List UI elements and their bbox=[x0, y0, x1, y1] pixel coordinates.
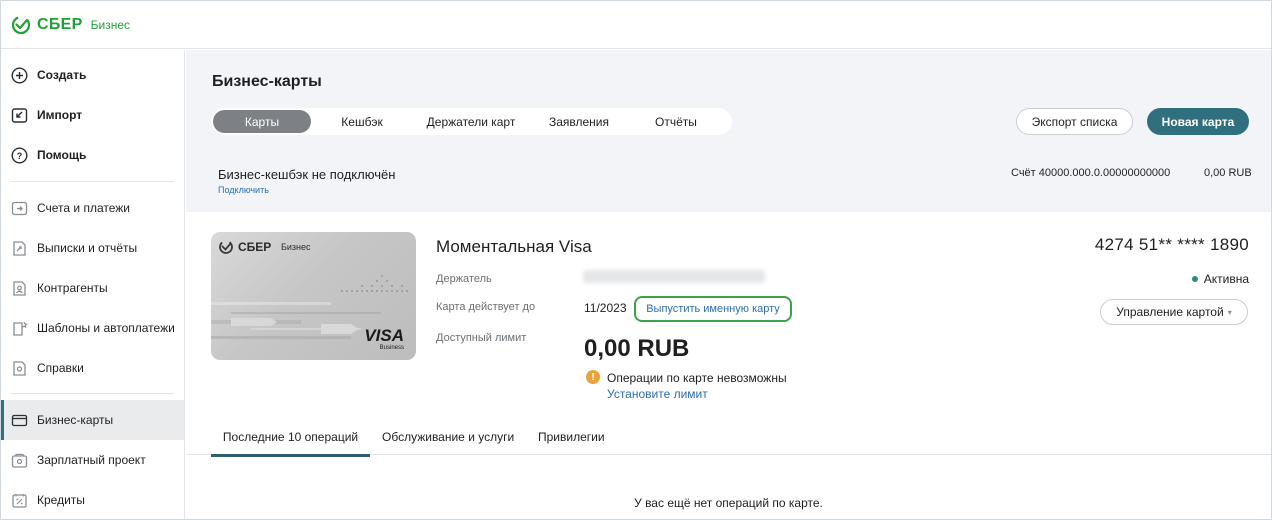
sidebar-item-label: Контрагенты bbox=[37, 281, 108, 295]
salary-icon bbox=[11, 452, 28, 469]
page-title: Бизнес-карты bbox=[212, 73, 322, 90]
statements-icon bbox=[11, 240, 28, 257]
connect-cashback-link[interactable]: Подключить bbox=[218, 185, 269, 195]
svg-text:?: ? bbox=[17, 151, 23, 161]
card-status-label: Активна bbox=[1203, 272, 1249, 286]
top-bar: СБЕР Бизнес bbox=[1, 1, 1271, 49]
sidebar-item-label: Шаблоны и автоплатежи bbox=[37, 321, 175, 335]
empty-operations-message: У вас ещё нет операций по карте. bbox=[634, 496, 823, 510]
chevron-down-icon: ▾ bbox=[1227, 307, 1232, 317]
tab-card-holders[interactable]: Держатели карт bbox=[417, 110, 525, 133]
sidebar-item-statements[interactable]: Выписки и отчёты bbox=[1, 228, 184, 268]
visa-business-label: Business bbox=[379, 345, 404, 351]
brand-name: СБЕР bbox=[37, 15, 83, 33]
holder-label: Держатель bbox=[436, 273, 492, 285]
tab-cashback[interactable]: Кешбэк bbox=[327, 110, 397, 133]
sidebar-item-import[interactable]: Импорт bbox=[1, 95, 184, 135]
valid-until-label: Карта действует до bbox=[436, 301, 536, 313]
subtab-privileges[interactable]: Привилегии bbox=[538, 430, 605, 455]
manage-card-label: Управление картой bbox=[1116, 305, 1224, 319]
sidebar-item-label: Бизнес-карты bbox=[37, 413, 114, 427]
card-title: Моментальная Visa bbox=[436, 237, 592, 256]
expiry-date: 11/2023 bbox=[584, 301, 627, 315]
holder-name-redacted bbox=[583, 270, 765, 283]
visa-logo: VISA bbox=[364, 326, 404, 345]
card-image[interactable]: СБЕР Бизнес VISA Business bbox=[211, 232, 416, 360]
tab-cards[interactable]: Карты bbox=[213, 110, 311, 133]
operations-warning: Операции по карте невозможны bbox=[607, 371, 787, 385]
export-list-button[interactable]: Экспорт списка bbox=[1016, 108, 1133, 135]
card-status: Активна bbox=[1191, 272, 1249, 286]
help-circle-icon: ? bbox=[11, 146, 28, 164]
account-number: Счёт 40000.000.0.00000000000 bbox=[1011, 167, 1171, 179]
app-window: СБЕР Бизнес Создать Импорт ? Помощь Счет… bbox=[0, 0, 1272, 520]
sidebar-item-label: Импорт bbox=[37, 108, 83, 122]
plus-circle-icon bbox=[11, 66, 28, 84]
sidebar-divider bbox=[11, 393, 174, 394]
account-balance: 0,00 RUB bbox=[1204, 167, 1252, 179]
sidebar-divider bbox=[11, 181, 174, 182]
available-limit-label: Доступный лимит bbox=[436, 332, 527, 344]
card-subtabs: Последние 10 операций Обслуживание и усл… bbox=[186, 430, 1271, 457]
card-icon bbox=[11, 412, 28, 429]
sidebar-item-label: Справки bbox=[37, 361, 84, 375]
import-icon bbox=[11, 107, 28, 124]
issue-named-card-button[interactable]: Выпустить именную карту bbox=[634, 296, 792, 322]
available-limit-value: 0,00 RUB bbox=[584, 335, 690, 362]
tab-reports[interactable]: Отчёты bbox=[641, 110, 711, 133]
accounts-icon bbox=[11, 200, 28, 217]
cashback-status: Бизнес-кешбэк не подключён bbox=[218, 167, 396, 182]
credit-icon bbox=[11, 492, 28, 509]
new-card-button[interactable]: Новая карта bbox=[1147, 108, 1249, 135]
sidebar-item-accounts[interactable]: Счета и платежи bbox=[1, 188, 184, 228]
subtab-last-operations[interactable]: Последние 10 операций bbox=[211, 430, 370, 457]
sidebar-item-credits[interactable]: Кредиты bbox=[1, 480, 184, 519]
card-number: 4274 51** **** 1890 bbox=[1094, 235, 1249, 254]
sidebar-item-create[interactable]: Создать bbox=[1, 55, 184, 95]
card-brand-text: СБЕР bbox=[238, 240, 272, 254]
section-tabs: Карты Кешбэк Держатели карт Заявления От… bbox=[211, 108, 732, 135]
sidebar-item-label: Выписки и отчёты bbox=[37, 241, 138, 255]
main-content: Бизнес-карты Карты Кешбэк Держатели карт… bbox=[186, 50, 1271, 519]
sidebar-item-label: Помощь bbox=[37, 148, 87, 162]
contractors-icon bbox=[11, 280, 28, 297]
certificates-icon bbox=[11, 360, 28, 377]
sidebar-item-certificates[interactable]: Справки bbox=[1, 348, 184, 388]
sidebar-item-label: Создать bbox=[37, 68, 87, 82]
set-limit-link[interactable]: Установите лимит bbox=[607, 387, 708, 401]
sidebar-item-help[interactable]: ? Помощь bbox=[1, 135, 184, 175]
templates-icon bbox=[11, 320, 28, 337]
sidebar-item-salary[interactable]: Зарплатный проект bbox=[1, 440, 184, 480]
status-dot-icon bbox=[1191, 276, 1198, 282]
sber-logo-icon bbox=[11, 15, 31, 34]
card-brand-sub: Бизнес bbox=[281, 242, 311, 252]
sidebar-item-contractors[interactable]: Контрагенты bbox=[1, 268, 184, 308]
tab-applications[interactable]: Заявления bbox=[541, 110, 617, 133]
sidebar-item-label: Счета и платежи bbox=[37, 201, 131, 215]
warning-icon: ! bbox=[586, 370, 600, 384]
manage-card-button[interactable]: Управление картой ▾ bbox=[1100, 299, 1248, 325]
sidebar-item-business-cards[interactable]: Бизнес-карты bbox=[1, 400, 184, 440]
card-panel: СБЕР Бизнес VISA Business Моментальная V… bbox=[186, 212, 1271, 519]
sidebar-item-label: Зарплатный проект bbox=[37, 453, 146, 467]
brand-sub: Бизнес bbox=[90, 17, 130, 32]
subtab-services[interactable]: Обслуживание и услуги bbox=[382, 430, 514, 455]
sidebar-item-templates[interactable]: Шаблоны и автоплатежи bbox=[1, 308, 184, 348]
sber-business-logo[interactable]: СБЕР Бизнес bbox=[11, 15, 130, 35]
sidebar-item-label: Кредиты bbox=[37, 493, 85, 507]
sidebar: Создать Импорт ? Помощь Счета и платежи bbox=[1, 50, 185, 519]
